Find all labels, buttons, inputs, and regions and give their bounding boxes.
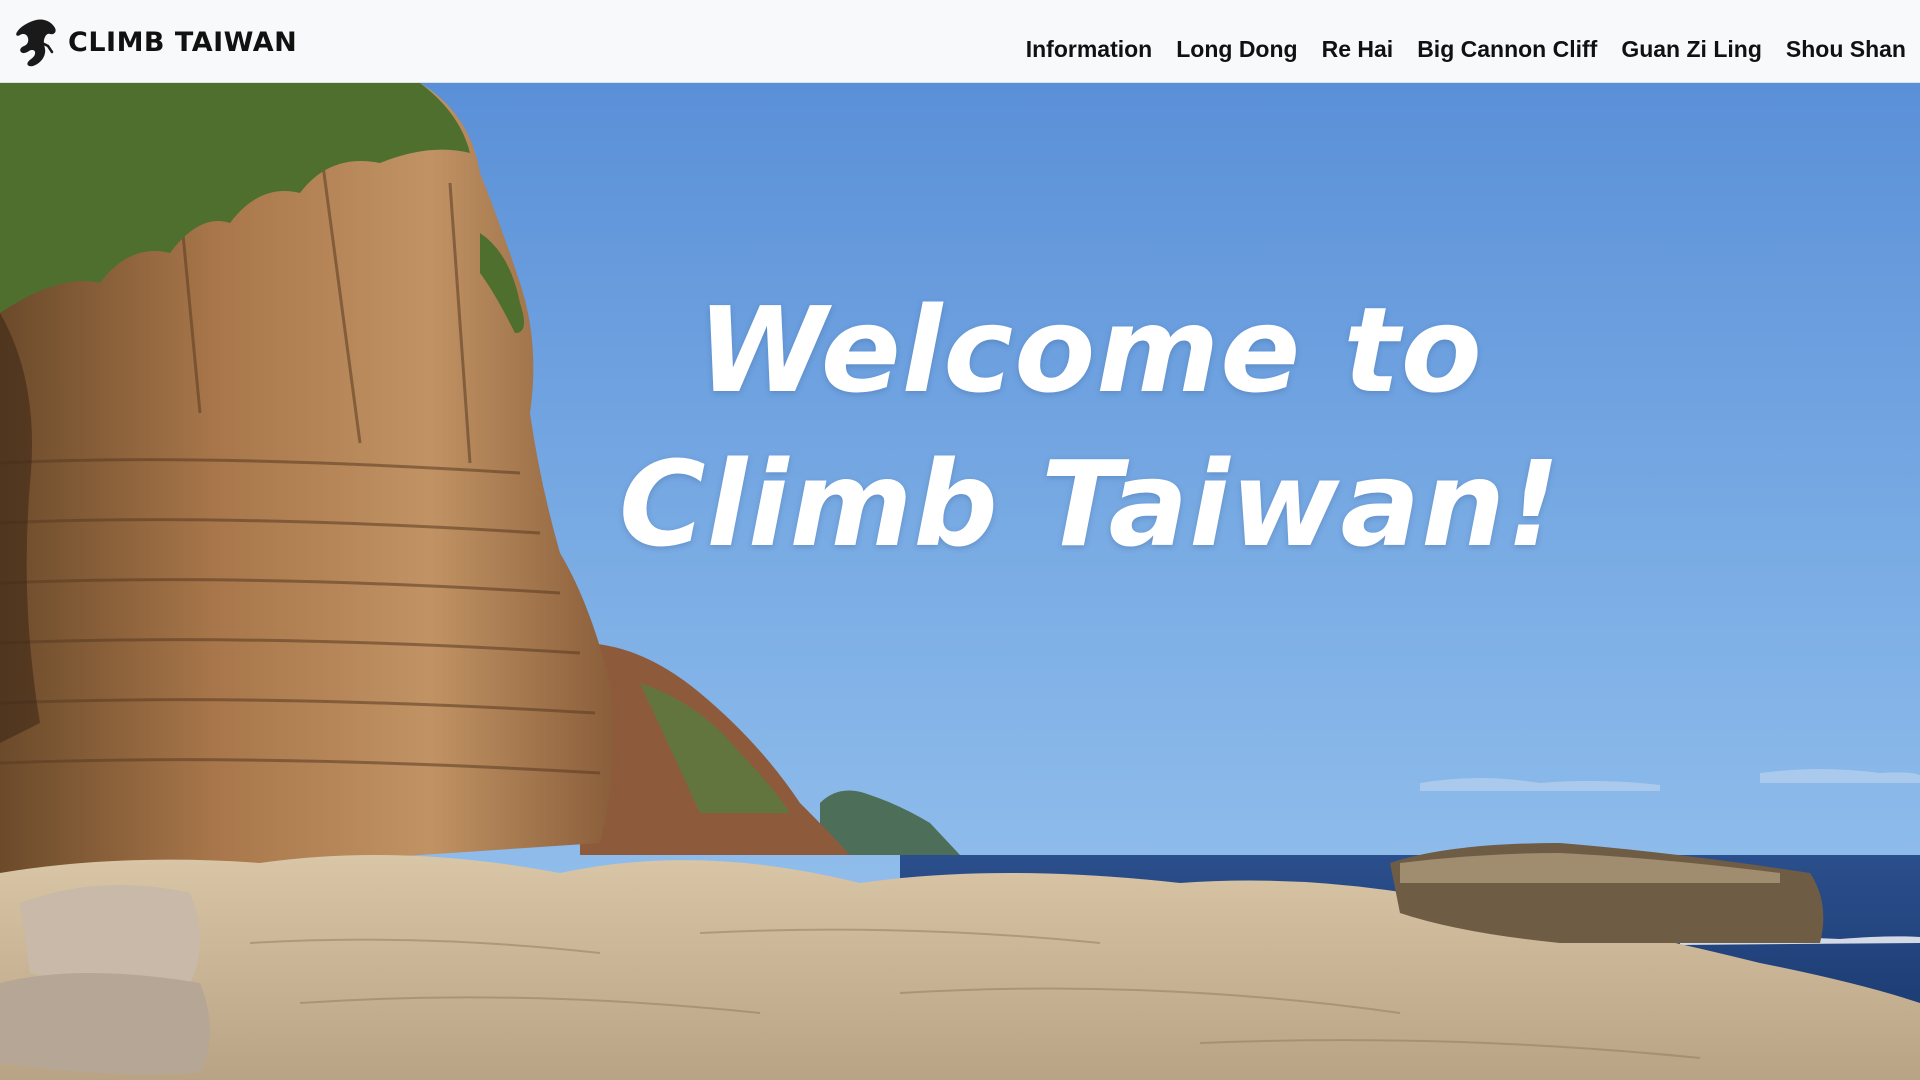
nav-item-information: Information <box>1014 36 1165 63</box>
nav-link-big-cannon-cliff[interactable]: Big Cannon Cliff <box>1417 36 1597 62</box>
hero-background-image <box>0 83 1920 1080</box>
hero-title-line-1: Welcome to <box>697 281 1483 419</box>
hero-title-line-2: Climb Taiwan! <box>618 435 1562 573</box>
nav-link-information[interactable]: Information <box>1026 36 1153 62</box>
nav-item-re-hai: Re Hai <box>1310 36 1406 63</box>
brand-name: CLIMB TAIWAN <box>68 26 298 58</box>
nav-link-shou-shan[interactable]: Shou Shan <box>1786 36 1906 62</box>
nav-item-guan-zi-ling: Guan Zi Ling <box>1609 36 1774 63</box>
hero-section: Welcome to Climb Taiwan! <box>0 83 1920 1080</box>
nav-link-long-dong[interactable]: Long Dong <box>1176 36 1297 62</box>
main-nav: Information Long Dong Re Hai Big Cannon … <box>1014 36 1906 63</box>
nav-item-big-cannon-cliff: Big Cannon Cliff <box>1405 36 1609 63</box>
hero-title: Welcome to Climb Taiwan! <box>0 273 1920 581</box>
brand-home-link[interactable]: CLIMB TAIWAN <box>14 14 297 70</box>
page: CLIMB TAIWAN Information Long Dong Re Ha… <box>0 0 1920 1080</box>
nav-link-guan-zi-ling[interactable]: Guan Zi Ling <box>1621 36 1762 62</box>
top-navbar: CLIMB TAIWAN Information Long Dong Re Ha… <box>0 0 1920 83</box>
nav-link-re-hai[interactable]: Re Hai <box>1322 36 1394 62</box>
climber-silhouette-icon <box>16 19 56 67</box>
nav-item-shou-shan: Shou Shan <box>1774 36 1906 63</box>
nav-item-long-dong: Long Dong <box>1164 36 1309 63</box>
